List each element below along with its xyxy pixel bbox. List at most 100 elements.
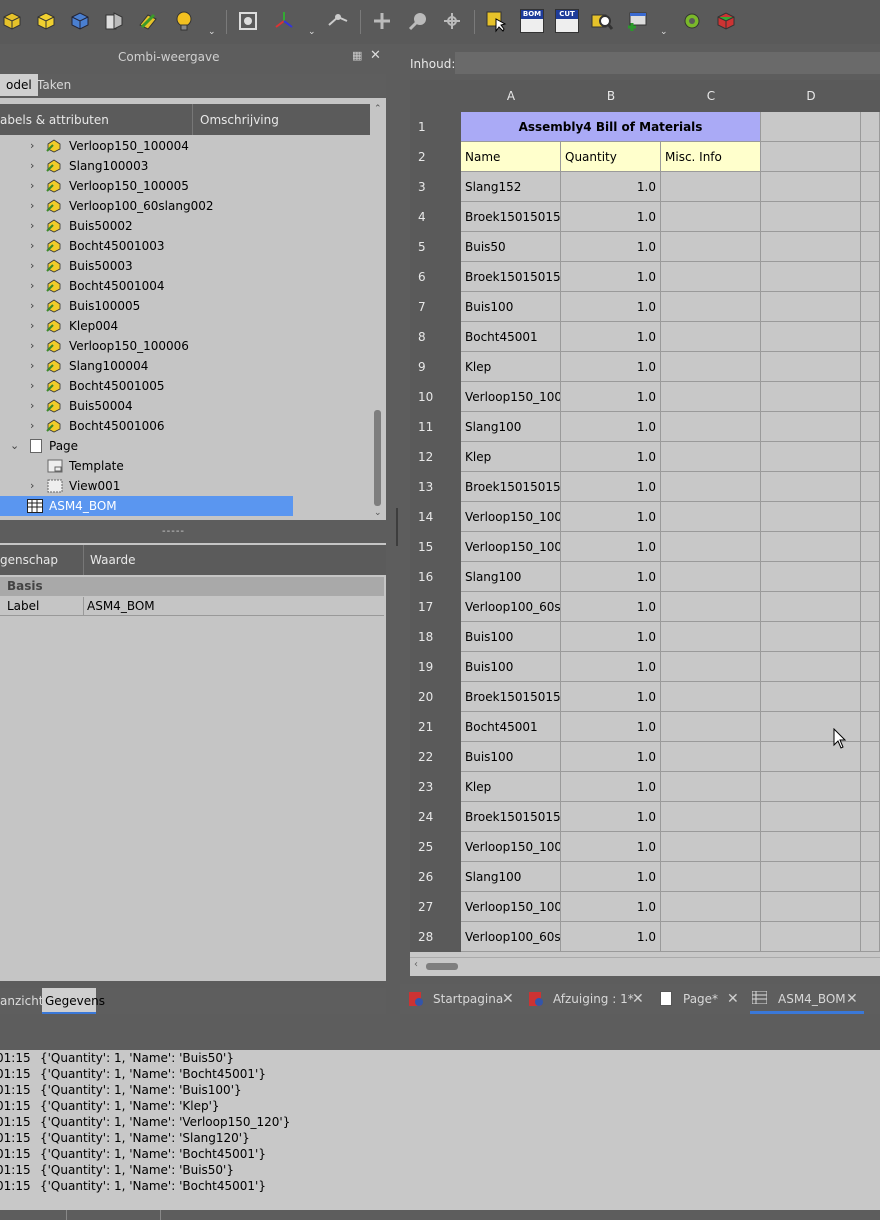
quantity-cell[interactable]: 1.0 (561, 772, 661, 802)
name-cell[interactable]: Buis50 (461, 232, 561, 262)
tree-item[interactable]: › Verloop100_60slang002 (0, 196, 370, 216)
name-cell[interactable]: Slang100 (461, 562, 561, 592)
row-header[interactable]: 16 (410, 562, 461, 592)
quantity-cell[interactable]: 1.0 (561, 382, 661, 412)
row-header[interactable]: 6 (410, 262, 461, 292)
link-icon[interactable] (136, 9, 160, 33)
misc-info-cell[interactable] (661, 382, 761, 412)
axis-icon[interactable] (272, 9, 296, 33)
cell[interactable] (761, 862, 861, 892)
cell[interactable] (761, 202, 861, 232)
misc-info-cell[interactable] (661, 262, 761, 292)
header-misc-cell[interactable]: Misc. Info (661, 142, 761, 172)
column-header-b[interactable]: B (561, 80, 662, 112)
cell[interactable] (861, 142, 880, 172)
cell[interactable] (761, 172, 861, 202)
misc-info-cell[interactable] (661, 532, 761, 562)
column-header-c[interactable]: C (661, 80, 762, 112)
cell[interactable] (861, 112, 880, 142)
close-icon[interactable]: ✕ (727, 984, 739, 1014)
chevron-down-icon[interactable]: ⌄ (10, 436, 20, 456)
name-cell[interactable]: Bocht45001 (461, 322, 561, 352)
close-icon[interactable]: ✕ (846, 984, 858, 1014)
row-header[interactable]: 24 (410, 802, 461, 832)
name-cell[interactable]: Verloop100_60sl... (461, 922, 561, 952)
scroll-down-icon[interactable]: ⌄ (374, 508, 382, 518)
cell[interactable] (861, 292, 880, 322)
cell[interactable] (861, 592, 880, 622)
chevron-right-icon[interactable]: › (30, 296, 40, 316)
row-header[interactable]: 25 (410, 832, 461, 862)
name-cell[interactable]: Broek15015015... (461, 682, 561, 712)
misc-info-cell[interactable] (661, 202, 761, 232)
column-header-a[interactable]: A (461, 80, 562, 112)
row-header[interactable]: 3 (410, 172, 461, 202)
chevron-down-icon[interactable]: ⌄ (660, 27, 668, 37)
name-cell[interactable]: Broek15015015... (461, 802, 561, 832)
quantity-cell[interactable]: 1.0 (561, 322, 661, 352)
cell[interactable] (761, 652, 861, 682)
tree-item[interactable]: › Verloop150_100005 (0, 176, 370, 196)
cell[interactable] (761, 592, 861, 622)
doc-tab-afzuiging[interactable]: Afzuiging : 1* ✕ (528, 984, 648, 1014)
cell[interactable] (761, 112, 861, 142)
sketch-icon[interactable] (102, 9, 126, 33)
tree-item[interactable]: › Klep004 (0, 316, 370, 336)
gear-icon[interactable] (680, 9, 704, 33)
chevron-right-icon[interactable]: › (30, 356, 40, 376)
name-cell[interactable]: Buis100 (461, 652, 561, 682)
tree-item[interactable]: › Bocht45001006 (0, 416, 370, 436)
property-column-name[interactable]: genschap (0, 553, 58, 567)
misc-info-cell[interactable] (661, 622, 761, 652)
tree-item[interactable]: › Bocht45001003 (0, 236, 370, 256)
tab-taken[interactable]: Taken (31, 74, 77, 96)
misc-info-cell[interactable] (661, 292, 761, 322)
tree-item[interactable]: › Buis50002 (0, 216, 370, 236)
quantity-cell[interactable]: 1.0 (561, 532, 661, 562)
row-header[interactable]: 28 (410, 922, 461, 952)
row-header[interactable]: 13 (410, 472, 461, 502)
cell[interactable] (861, 202, 880, 232)
quantity-cell[interactable]: 1.0 (561, 472, 661, 502)
tree-item[interactable]: › Slang100003 (0, 156, 370, 176)
quantity-cell[interactable]: 1.0 (561, 712, 661, 742)
row-header[interactable]: 21 (410, 712, 461, 742)
tree-item-asm4-bom[interactable]: ASM4_BOM (0, 496, 293, 516)
row-header[interactable]: 17 (410, 592, 461, 622)
column-header-e[interactable] (861, 80, 880, 112)
chevron-right-icon[interactable]: › (30, 476, 40, 496)
quantity-cell[interactable]: 1.0 (561, 652, 661, 682)
tree-item[interactable]: › Verloop150_100006 (0, 336, 370, 356)
spreadsheet-hscrollbar[interactable]: ‹ (410, 957, 880, 976)
row-header[interactable]: 18 (410, 622, 461, 652)
cell[interactable] (861, 412, 880, 442)
chevron-right-icon[interactable]: › (30, 136, 40, 156)
scroll-left-icon[interactable]: ‹ (414, 959, 418, 970)
tab-data[interactable]: Gegevens (42, 988, 105, 1014)
name-cell[interactable]: Buis100 (461, 742, 561, 772)
name-cell[interactable]: Verloop150_100 (461, 502, 561, 532)
wrench-icon[interactable] (406, 9, 430, 33)
property-row-label[interactable]: Label ASM4_BOM (0, 597, 384, 616)
misc-info-cell[interactable] (661, 502, 761, 532)
float-icon[interactable]: ▦ (352, 49, 362, 62)
cell[interactable] (761, 832, 861, 862)
cut-icon[interactable]: CUT (555, 9, 579, 33)
name-cell[interactable]: Klep (461, 352, 561, 382)
chevron-right-icon[interactable]: › (30, 156, 40, 176)
pane-splitter[interactable] (396, 508, 398, 546)
tree-item-view[interactable]: › View001 (0, 476, 370, 496)
misc-info-cell[interactable] (661, 322, 761, 352)
name-cell[interactable]: Broek15015015... (461, 202, 561, 232)
quantity-cell[interactable]: 1.0 (561, 202, 661, 232)
cube-icon[interactable] (714, 9, 738, 33)
misc-info-cell[interactable] (661, 682, 761, 712)
light-icon[interactable] (172, 9, 196, 33)
cell[interactable] (761, 442, 861, 472)
cell[interactable] (761, 472, 861, 502)
misc-info-cell[interactable] (661, 742, 761, 772)
misc-info-cell[interactable] (661, 442, 761, 472)
chevron-down-icon[interactable]: ⌄ (308, 27, 316, 37)
hscroll-thumb[interactable] (426, 963, 458, 970)
cell[interactable] (761, 382, 861, 412)
